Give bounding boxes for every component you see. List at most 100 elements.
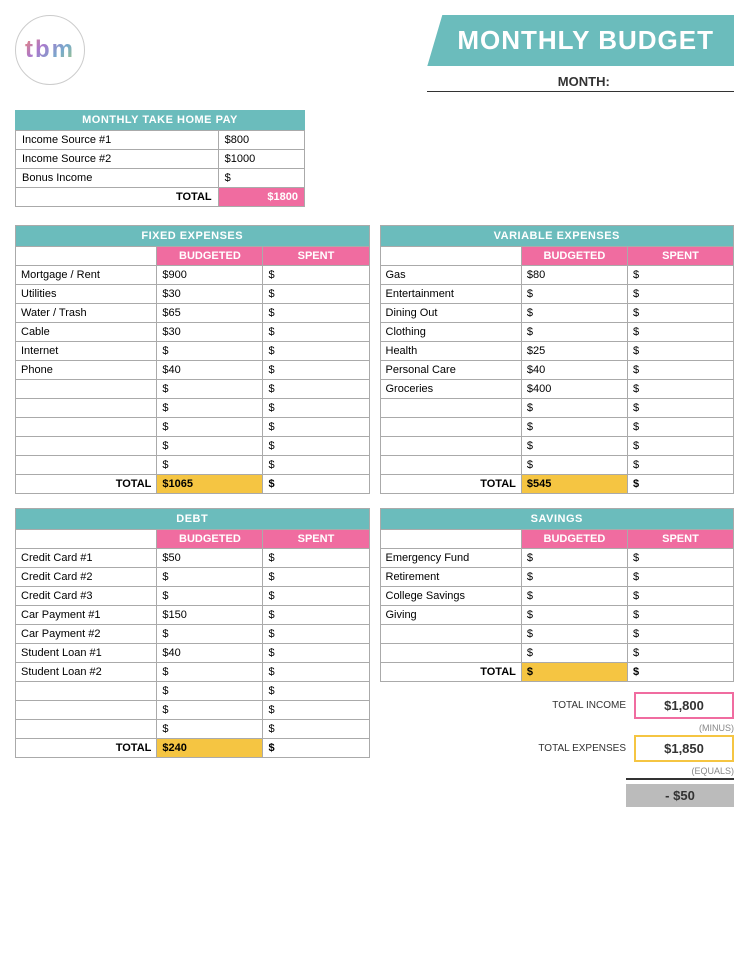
debt-row: $$ — [16, 701, 370, 720]
debt-row: Student Loan #2$$ — [16, 663, 370, 682]
savings-row-budgeted: $ — [521, 568, 627, 587]
total-income-label: TOTAL INCOME — [552, 699, 626, 712]
total-expenses-label: TOTAL EXPENSES — [538, 742, 626, 755]
debt-row-budgeted: $ — [157, 720, 263, 739]
debt-col-budgeted: BUDGETED — [157, 530, 263, 549]
fixed-row-spent: $ — [263, 323, 369, 342]
month-line: MONTH: — [427, 74, 734, 92]
variable-row-spent: $ — [627, 399, 733, 418]
debt-row: $$ — [16, 720, 370, 739]
fixed-row: $$ — [16, 437, 370, 456]
variable-row-name: Personal Care — [380, 361, 521, 380]
savings-row-budgeted: $ — [521, 644, 627, 663]
summary-block: TOTAL INCOME $1,800 (MINUS) TOTAL EXPENS… — [380, 682, 735, 811]
fixed-row: Utilities$30$ — [16, 285, 370, 304]
variable-row-spent: $ — [627, 304, 733, 323]
fixed-row-spent: $ — [263, 342, 369, 361]
variable-row-budgeted: $80 — [521, 266, 627, 285]
variable-row-name — [380, 437, 521, 456]
difference-value: - $50 — [626, 784, 734, 807]
debt-row-name: Car Payment #1 — [16, 606, 157, 625]
debt-row-budgeted: $ — [157, 663, 263, 682]
page-title: MONTHLY BUDGET — [427, 15, 734, 66]
total-expenses-row: TOTAL EXPENSES $1,850 — [538, 735, 734, 762]
variable-row-name: Dining Out — [380, 304, 521, 323]
variable-row-budgeted: $ — [521, 399, 627, 418]
savings-total-label: TOTAL — [380, 663, 521, 682]
savings-row-spent: $ — [627, 587, 733, 606]
savings-summary-col: SAVINGS BUDGETED SPENT Emergency Fund$$R… — [380, 508, 735, 811]
debt-row-budgeted: $150 — [157, 606, 263, 625]
debt-total-spent: $ — [263, 739, 369, 758]
fixed-row-spent: $ — [263, 304, 369, 323]
debt-row-spent: $ — [263, 701, 369, 720]
take-home-row: Bonus Income$ — [16, 169, 305, 188]
fixed-row-budgeted: $ — [157, 399, 263, 418]
fixed-row: Phone$40$ — [16, 361, 370, 380]
savings-row: Emergency Fund$$ — [380, 549, 734, 568]
variable-total-row: TOTAL $545 $ — [380, 475, 734, 494]
fixed-row-budgeted: $30 — [157, 323, 263, 342]
title-block: MONTHLY BUDGET MONTH: — [427, 15, 734, 92]
debt-total-row: TOTAL $240 $ — [16, 739, 370, 758]
savings-row-budgeted: $ — [521, 625, 627, 644]
expenses-grid: FIXED EXPENSES BUDGETED SPENT Mortgage /… — [15, 225, 734, 494]
fixed-row-budgeted: $ — [157, 380, 263, 399]
fixed-expenses-table: FIXED EXPENSES BUDGETED SPENT Mortgage /… — [15, 225, 370, 494]
fixed-row: $$ — [16, 418, 370, 437]
debt-row-budgeted: $ — [157, 625, 263, 644]
debt-row: Student Loan #1$40$ — [16, 644, 370, 663]
bottom-section: DEBT BUDGETED SPENT Credit Card #1$50$Cr… — [15, 508, 734, 811]
savings-row-spent: $ — [627, 549, 733, 568]
fixed-row-budgeted: $ — [157, 437, 263, 456]
variable-row-budgeted: $40 — [521, 361, 627, 380]
fixed-row-name: Water / Trash — [16, 304, 157, 323]
minus-label: (MINUS) — [699, 723, 734, 733]
fixed-row-name — [16, 399, 157, 418]
variable-row: Groceries$400$ — [380, 380, 734, 399]
fixed-total-budgeted: $1065 — [157, 475, 263, 494]
debt-row-name — [16, 701, 157, 720]
variable-row: Dining Out$$ — [380, 304, 734, 323]
fixed-row-name: Utilities — [16, 285, 157, 304]
take-home-title: MONTHLY TAKE HOME PAY — [15, 110, 305, 130]
fixed-col-budgeted: BUDGETED — [157, 247, 263, 266]
fixed-row-name: Mortgage / Rent — [16, 266, 157, 285]
savings-row-name: Retirement — [380, 568, 521, 587]
fixed-row-name: Internet — [16, 342, 157, 361]
variable-row-budgeted: $ — [521, 323, 627, 342]
variable-row-spent: $ — [627, 418, 733, 437]
variable-total-label: TOTAL — [380, 475, 521, 494]
debt-row-budgeted: $ — [157, 682, 263, 701]
debt-row-spent: $ — [263, 720, 369, 739]
fixed-row: $$ — [16, 456, 370, 475]
fixed-row-budgeted: $ — [157, 418, 263, 437]
total-income-value: $1,800 — [634, 692, 734, 719]
debt-row: Credit Card #1$50$ — [16, 549, 370, 568]
debt-row-spent: $ — [263, 549, 369, 568]
savings-row: $$ — [380, 644, 734, 663]
debt-total-label: TOTAL — [16, 739, 157, 758]
variable-total-budgeted: $545 — [521, 475, 627, 494]
total-income-row: TOTAL INCOME $1,800 — [552, 692, 734, 719]
fixed-expenses-col-header: BUDGETED SPENT — [16, 247, 370, 266]
variable-total-spent: $ — [627, 475, 733, 494]
savings-total-spent: $ — [627, 663, 733, 682]
fixed-row-name — [16, 380, 157, 399]
variable-expenses-title: VARIABLE EXPENSES — [380, 226, 734, 247]
variable-row-budgeted: $ — [521, 437, 627, 456]
debt-row-name — [16, 720, 157, 739]
debt-table: DEBT BUDGETED SPENT Credit Card #1$50$Cr… — [15, 508, 370, 758]
variable-row-spent: $ — [627, 380, 733, 399]
variable-row: $$ — [380, 437, 734, 456]
variable-row-name — [380, 399, 521, 418]
debt-row-spent: $ — [263, 606, 369, 625]
savings-row-name: Giving — [380, 606, 521, 625]
debt-row-name: Credit Card #3 — [16, 587, 157, 606]
fixed-col-spent: SPENT — [263, 247, 369, 266]
variable-row-budgeted: $25 — [521, 342, 627, 361]
savings-col-budgeted: BUDGETED — [521, 530, 627, 549]
take-home-row-value: $ — [218, 169, 304, 188]
variable-row: $$ — [380, 456, 734, 475]
variable-row-name: Gas — [380, 266, 521, 285]
